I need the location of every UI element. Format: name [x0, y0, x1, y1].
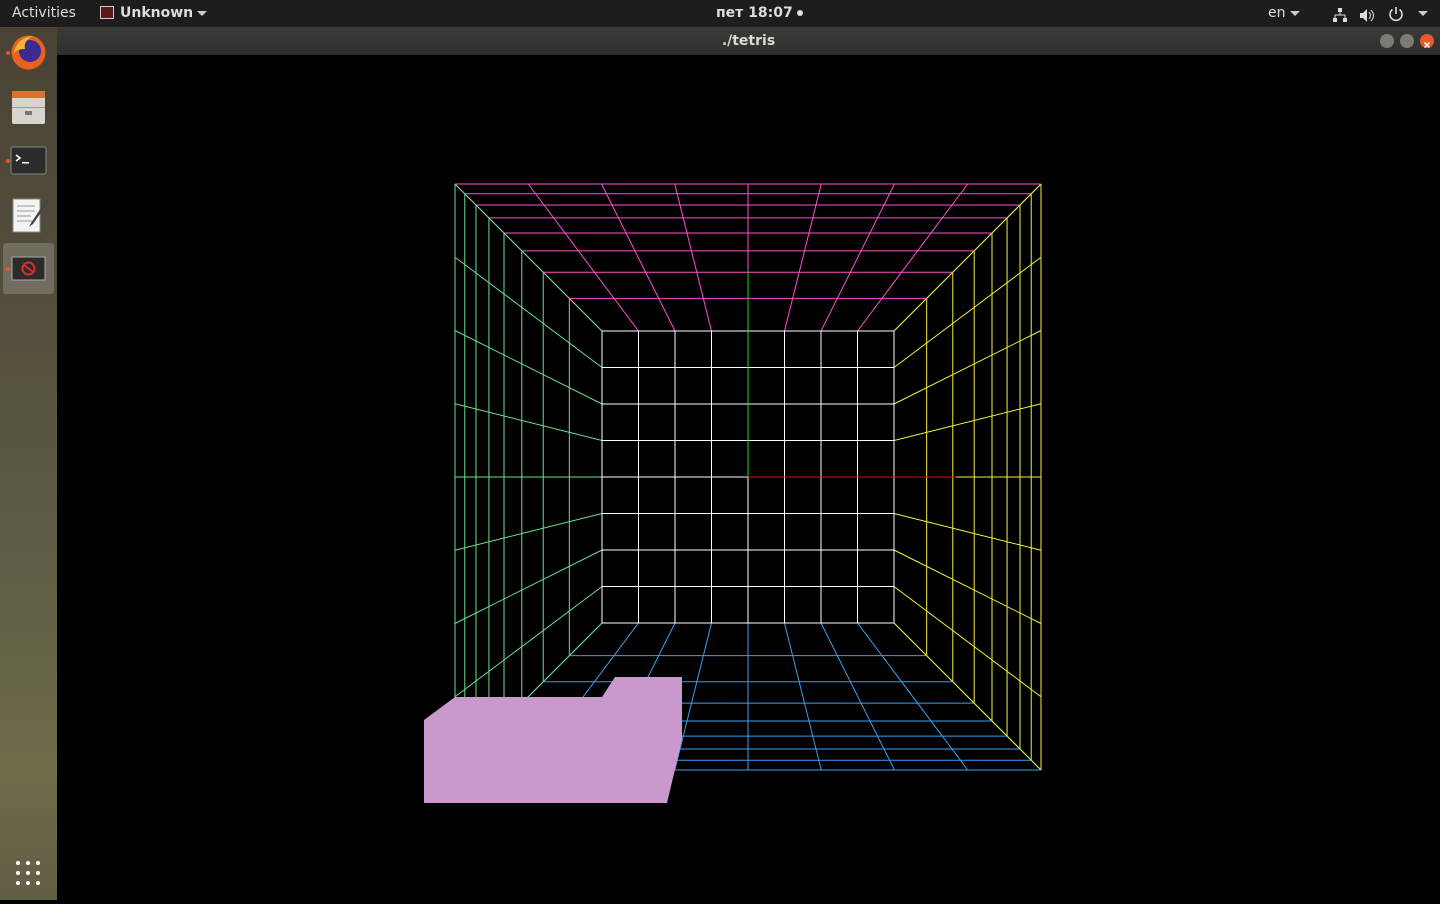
right-wall-grid-line [893, 330, 1042, 405]
no-icon-app-icon [11, 256, 46, 281]
game-canvas[interactable] [57, 55, 1440, 900]
left-wall-grid-line [454, 183, 603, 332]
floor-grid-line [784, 622, 822, 771]
ceiling-grid-line [527, 183, 639, 332]
terminal-icon [10, 146, 47, 175]
running-indicator [6, 159, 10, 163]
clock-label: пет 18:07 [716, 5, 793, 21]
dock-item-files[interactable] [3, 81, 54, 132]
ceiling-grid-line [857, 183, 969, 332]
app-menu-icon [100, 5, 114, 19]
dock-item-terminal[interactable] [3, 135, 54, 186]
dock-item-text-editor[interactable] [3, 189, 54, 240]
falling-tetromino [424, 677, 682, 803]
ceiling-grid-line [674, 183, 712, 332]
volume-icon[interactable] [1359, 6, 1375, 22]
ceiling-grid-line [601, 183, 676, 332]
notification-dot-icon [797, 10, 804, 16]
show-applications-button[interactable] [14, 859, 42, 887]
dock [0, 27, 57, 900]
text-editor-icon [12, 198, 49, 233]
chevron-down-icon [197, 10, 208, 16]
right-wall-grid-line [893, 586, 1042, 698]
right-wall-grid-line [893, 513, 1042, 551]
app-menu[interactable]: Unknown [100, 0, 208, 27]
clock[interactable]: пет 18:07 [716, 0, 804, 27]
right-wall-grid-line [893, 403, 1042, 441]
running-indicator [6, 51, 10, 55]
floor-grid-line [857, 622, 969, 771]
close-icon [1423, 41, 1431, 49]
power-icon[interactable] [1388, 5, 1404, 22]
firefox-icon [11, 35, 46, 70]
right-wall-grid-line [893, 183, 1042, 332]
window-titlebar[interactable]: ./tetris [57, 27, 1440, 55]
running-indicator [6, 267, 10, 271]
left-wall-grid-line [454, 549, 603, 624]
left-wall-grid-line [454, 256, 603, 368]
dock-item-firefox[interactable] [3, 27, 54, 78]
language-menu[interactable]: en [1268, 0, 1300, 27]
floor-grid-line [820, 622, 895, 771]
right-wall-grid-line [893, 622, 1042, 771]
dock-item-tetris-app[interactable] [3, 243, 54, 294]
left-wall-grid-line [454, 330, 603, 405]
chevron-down-icon [1289, 10, 1300, 16]
left-wall-grid-line [454, 586, 603, 698]
top-bar: Activities Unknown пет 18:07 en [0, 0, 1440, 27]
maximize-button[interactable] [1400, 34, 1414, 48]
minimize-button[interactable] [1380, 34, 1394, 48]
file-cabinet-icon [12, 91, 45, 124]
left-wall-grid-line [454, 403, 603, 441]
window-title: ./tetris [721, 33, 776, 49]
activities-button[interactable]: Activities [12, 0, 76, 27]
system-menu-chevron-icon[interactable] [1414, 0, 1428, 27]
language-label: en [1268, 5, 1286, 21]
left-wall-grid-line [454, 513, 603, 551]
ceiling-grid-line [784, 183, 822, 332]
ceiling-grid-line [820, 183, 895, 332]
tetris-3d-scene [424, 183, 1042, 803]
right-wall-grid-line [893, 256, 1042, 368]
right-wall-grid-line [893, 549, 1042, 624]
app-menu-label: Unknown [120, 5, 194, 21]
close-button[interactable] [1420, 34, 1434, 49]
network-icon[interactable] [1332, 6, 1348, 22]
